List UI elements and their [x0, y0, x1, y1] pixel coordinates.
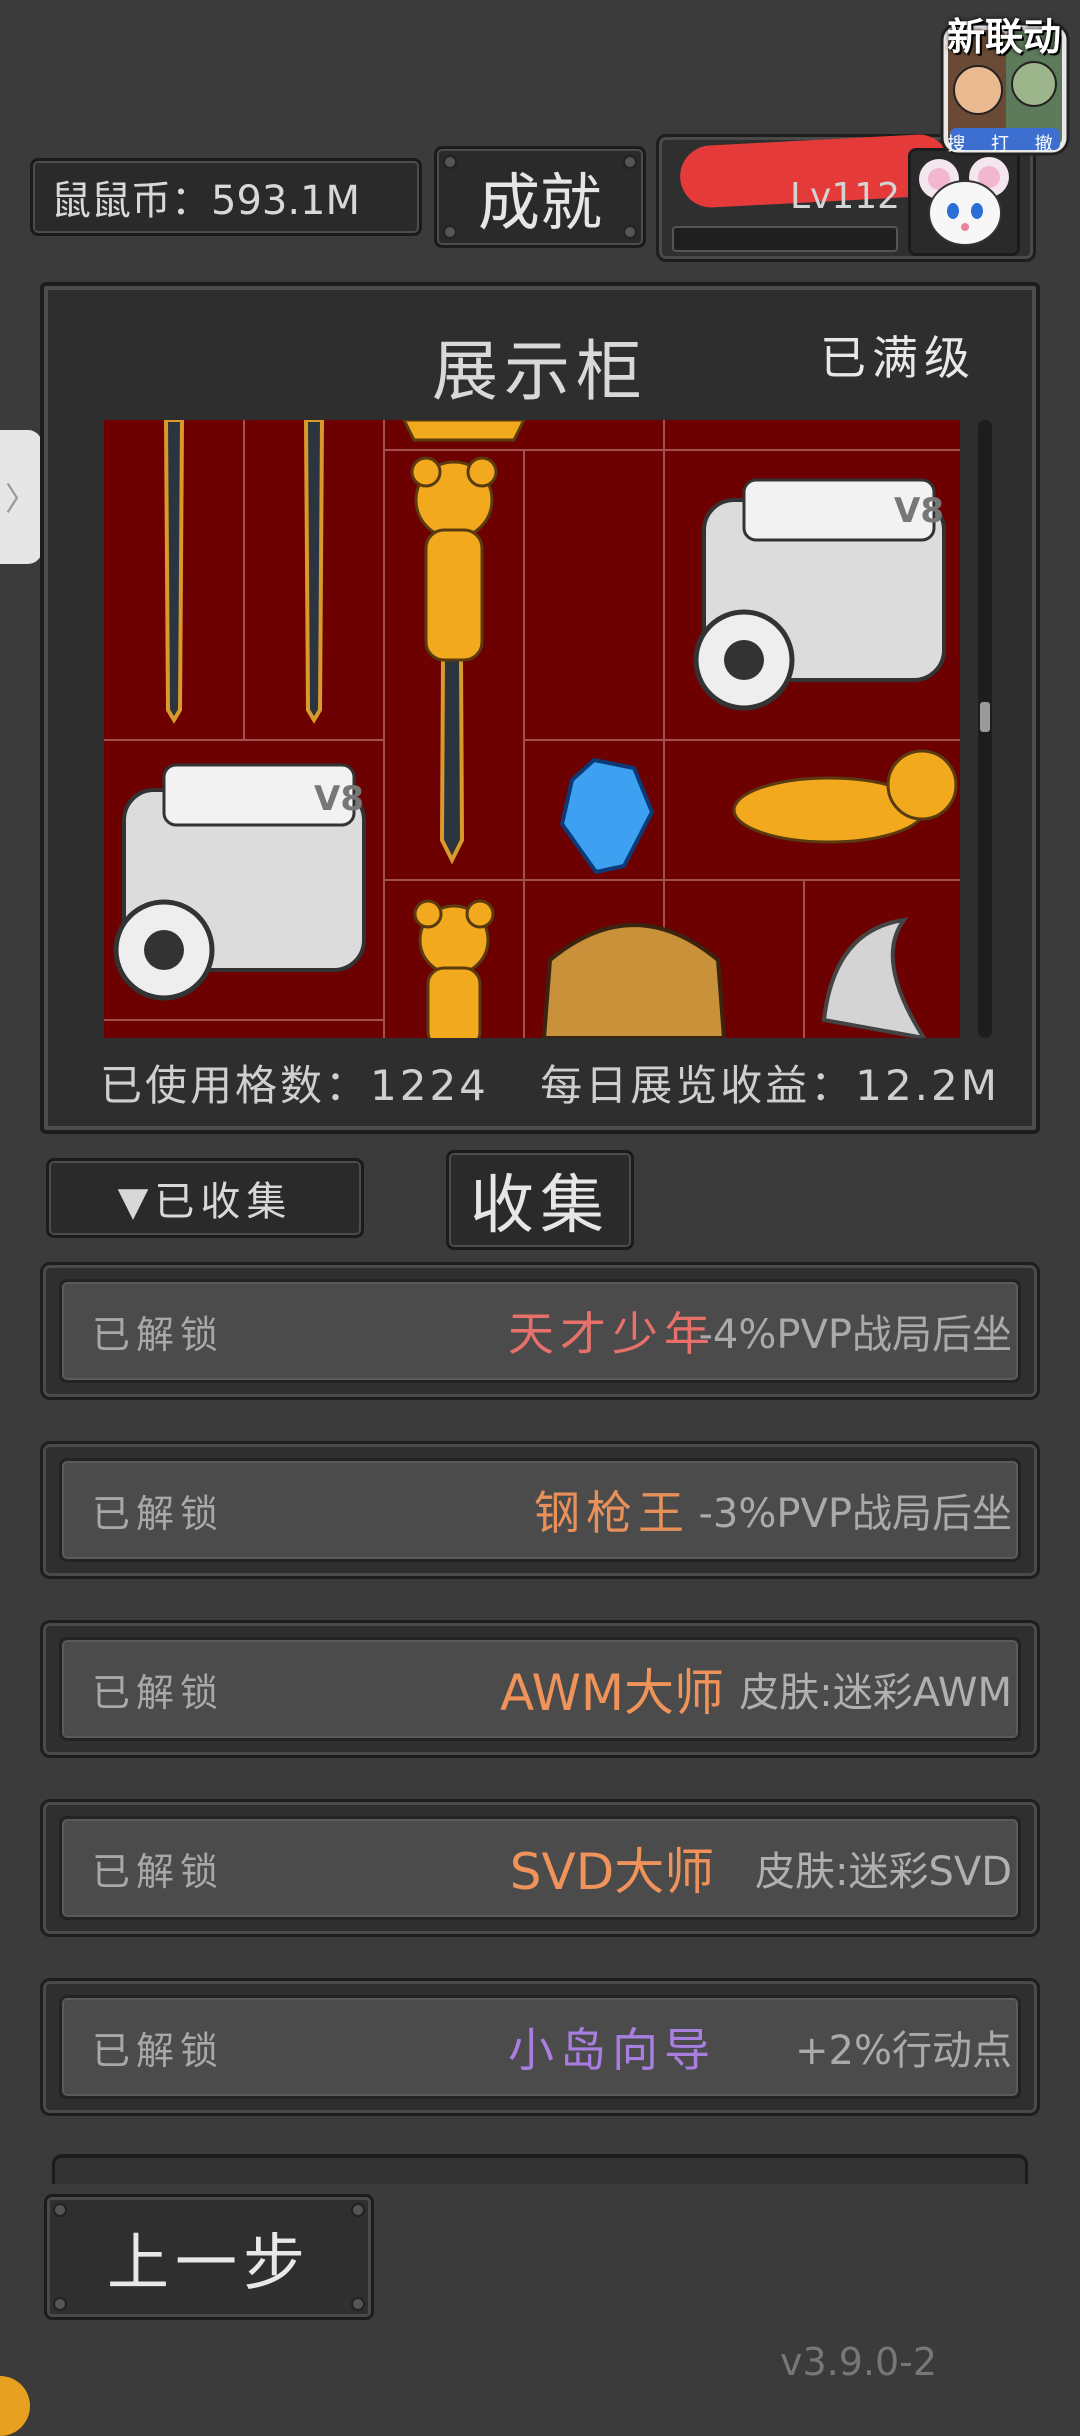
back-button[interactable]: 上一步: [44, 2194, 374, 2320]
achievement-status: 已解锁: [92, 2028, 225, 2073]
achievement-row-partial: [52, 2154, 1028, 2184]
achievement-row-inner: 已解锁 天才少年 -4%PVP战局后坐: [59, 1279, 1021, 1383]
achievement-button-label: 成就: [477, 166, 602, 239]
avatar[interactable]: [908, 148, 1020, 256]
event-title: 新联动: [946, 15, 1061, 59]
achievement-row-inner: 已解锁 SVD大师 皮肤:迷彩SVD: [59, 1816, 1021, 1920]
daily-income: 每日展览收益：12.2M: [540, 1060, 1000, 1110]
achievement-reward: 皮肤:迷彩SVD: [754, 1849, 1012, 1895]
cabinet-stats: 已使用格数：1224 每日展览收益：12.2M: [100, 1052, 1000, 1112]
achievement-row[interactable]: 已解锁 小岛向导 +2%行动点: [40, 1978, 1040, 2116]
achievement-row[interactable]: 已解锁 AWM大师 皮肤:迷彩AWM: [40, 1620, 1040, 1758]
cabinet-max-level-badge: 已满级: [820, 331, 976, 385]
event-subtitle: 搜 打 撤: [947, 134, 1063, 155]
coin-balance: 鼠鼠币：593.1M: [30, 158, 422, 236]
achievement-reward: 皮肤:迷彩AWM: [739, 1670, 1012, 1716]
achievement-title: 小岛向导: [508, 2023, 716, 2077]
coin-balance-label: 鼠鼠币：593.1M: [51, 178, 361, 224]
side-drawer-handle[interactable]: 〉: [0, 430, 42, 564]
svg-text:V8: V8: [894, 491, 944, 531]
achievement-reward: -3%PVP战局后坐: [698, 1491, 1013, 1537]
collect-button-label: 收集: [470, 1169, 610, 1243]
player-level: Lv112: [790, 176, 901, 217]
cabinet-items: V8 V8: [104, 420, 960, 1038]
helmet-icon: [541, 923, 727, 1038]
achievement-status: 已解锁: [92, 1849, 225, 1894]
experience-bar: [672, 226, 898, 252]
achievement-row-inner: 已解锁 钢枪王 -3%PVP战局后坐: [59, 1458, 1021, 1562]
achievement-status: 已解锁: [92, 1491, 225, 1536]
achievement-row-inner: 已解锁 小岛向导 +2%行动点: [59, 1995, 1021, 2099]
achievement-row[interactable]: 已解锁 SVD大师 皮肤:迷彩SVD: [40, 1799, 1040, 1937]
achievement-row[interactable]: 已解锁 天才少年 -4%PVP战局后坐: [40, 1262, 1040, 1400]
blue-gem-icon: [559, 757, 655, 875]
floating-orb-icon[interactable]: [0, 2376, 30, 2436]
collected-filter-label: ▼已收集: [117, 1179, 293, 1225]
version-label: v3.9.0-2: [780, 2340, 938, 2384]
cabinet-scroll-thumb[interactable]: [980, 702, 990, 732]
blade-icon: [821, 917, 927, 1038]
achievement-reward: -4%PVP战局后坐: [698, 1312, 1013, 1358]
achievement-row-inner: 已解锁 AWM大师 皮肤:迷彩AWM: [59, 1637, 1021, 1741]
collected-filter-dropdown[interactable]: ▼已收集: [46, 1158, 364, 1238]
mouse-avatar-icon: [919, 157, 1009, 246]
back-button-label: 上一步: [106, 2226, 311, 2299]
chevron-right-icon: 〉: [4, 480, 37, 518]
achievement-status: 已解锁: [92, 1312, 225, 1357]
achievement-row[interactable]: 已解锁 钢枪王 -3%PVP战局后坐: [40, 1441, 1040, 1579]
achievement-reward: +2%行动点: [795, 2028, 1012, 2074]
used-slots: 已使用格数：1224: [100, 1060, 489, 1110]
achievement-status: 已解锁: [92, 1670, 225, 1715]
cabinet-item-grid[interactable]: V8 V8: [104, 420, 960, 1038]
collect-button[interactable]: 收集: [446, 1150, 634, 1250]
achievement-button[interactable]: 成就: [434, 146, 646, 248]
achievement-title: SVD大师: [509, 1843, 715, 1901]
svg-text:V8: V8: [314, 779, 364, 819]
